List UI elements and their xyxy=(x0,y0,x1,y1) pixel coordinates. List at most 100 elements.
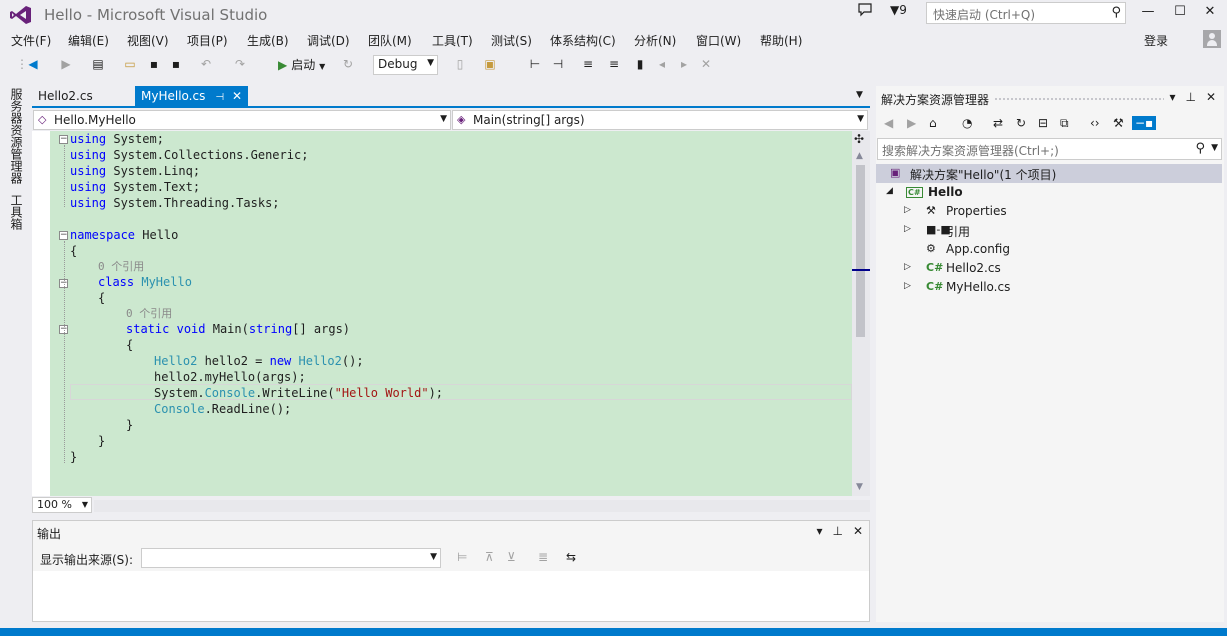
undo-icon[interactable]: ↶ xyxy=(198,56,214,72)
collapsed-triangle-icon[interactable]: ▷ xyxy=(904,205,911,215)
codelens-references[interactable]: 0 个引用 xyxy=(126,306,172,322)
editor-vertical-scrollbar[interactable]: ✣ ▲ ▼ xyxy=(852,131,870,496)
start-debugging-button[interactable]: ▶ 启动 ▼ xyxy=(278,56,325,73)
tree-item-myhello-cs[interactable]: ▷ C# MyHello.cs xyxy=(876,278,1222,297)
tabs-dropdown-icon[interactable]: ▼ xyxy=(856,90,863,100)
user-account-icon[interactable] xyxy=(1203,30,1221,48)
solution-search-input[interactable]: 搜索解决方案资源管理器(Ctrl+;) ⚲ ▼ xyxy=(877,138,1222,160)
tree-item-project-hello[interactable]: ◢ C# Hello xyxy=(876,183,1222,202)
drag-handle[interactable] xyxy=(994,97,1164,101)
menu-build[interactable]: 生成(B) xyxy=(247,32,289,49)
toolbox-tab[interactable]: 工具箱 xyxy=(8,194,25,230)
pin-icon[interactable]: ⊣ xyxy=(215,92,224,103)
close-window-button[interactable]: ✕ xyxy=(1200,4,1220,20)
output-source-select[interactable]: ▼ xyxy=(141,548,441,568)
refresh-icon[interactable]: ↻ xyxy=(1016,116,1026,130)
minimize-button[interactable]: — xyxy=(1138,4,1158,20)
previous-bookmark-icon[interactable]: ◂ xyxy=(654,56,670,72)
comment-icon[interactable]: ≡ xyxy=(580,56,596,72)
clear-bookmarks-icon[interactable]: ✕ xyxy=(698,56,714,72)
word-wrap-icon[interactable]: ⇆ xyxy=(566,550,576,564)
save-icon[interactable]: ▪ xyxy=(146,56,162,72)
output-text-area[interactable] xyxy=(33,571,869,621)
forward-icon[interactable]: ▶ xyxy=(907,116,916,130)
window-position-icon[interactable]: ▾ xyxy=(1169,90,1175,104)
collapsed-triangle-icon[interactable]: ▷ xyxy=(904,281,911,291)
maximize-button[interactable]: ☐ xyxy=(1170,4,1190,20)
menu-tools[interactable]: 工具(T) xyxy=(432,32,473,49)
open-file-icon[interactable]: ▭ xyxy=(122,56,138,72)
notifications-button[interactable]: ▼9 xyxy=(890,3,907,17)
home-icon[interactable]: ⌂ xyxy=(929,116,937,130)
refresh-icon[interactable]: ↻ xyxy=(340,56,356,72)
pin-icon[interactable]: ⊥ xyxy=(832,524,842,538)
navigate-back-icon[interactable]: ◀ xyxy=(25,56,41,72)
save-all-icon[interactable]: ▪ xyxy=(168,56,184,72)
collapse-all-icon[interactable]: ⊟ xyxy=(1038,116,1048,130)
tree-item-hello2-cs[interactable]: ▷ C# Hello2.cs xyxy=(876,259,1222,278)
pending-changes-filter-icon[interactable]: ◔ xyxy=(962,116,972,130)
close-icon[interactable]: ✕ xyxy=(1206,90,1216,104)
view-code-icon[interactable]: ‹› xyxy=(1090,116,1100,130)
close-tab-icon[interactable]: ✕ xyxy=(232,89,242,103)
menu-window[interactable]: 窗口(W) xyxy=(696,32,741,49)
menu-help[interactable]: 帮助(H) xyxy=(760,32,802,49)
format-selection-icon[interactable]: ⊣ xyxy=(550,56,566,72)
close-icon[interactable]: ✕ xyxy=(853,524,863,538)
sync-active-document-icon[interactable]: ⇄ xyxy=(993,116,1003,130)
login-link[interactable]: 登录 xyxy=(1144,32,1168,49)
collapsed-triangle-icon[interactable]: ▷ xyxy=(904,262,911,272)
back-icon[interactable]: ◀ xyxy=(884,116,893,130)
previous-message-icon[interactable]: ⊼ xyxy=(485,550,494,564)
format-document-icon[interactable]: ⊢ xyxy=(527,56,543,72)
solution-configuration-select[interactable]: Debug ▼ xyxy=(373,55,438,75)
expanded-triangle-icon[interactable]: ◢ xyxy=(886,186,893,196)
preview-selected-items-icon[interactable]: −▪ xyxy=(1132,116,1157,130)
bookmark-icon[interactable]: ▮ xyxy=(632,56,648,72)
tab-myhello-cs[interactable]: MyHello.cs ⊣ ✕ xyxy=(135,86,249,106)
scroll-down-icon[interactable]: ▼ xyxy=(856,482,863,492)
split-editor-icon[interactable]: ✣ xyxy=(854,132,864,146)
uncomment-icon[interactable]: ≡ xyxy=(606,56,622,72)
code-area[interactable]: − − − − using System; using System.Colle… xyxy=(50,131,852,496)
feedback-icon[interactable] xyxy=(858,3,872,20)
find-in-files-icon[interactable]: ▯ xyxy=(452,56,468,72)
menu-project[interactable]: 项目(P) xyxy=(187,32,228,49)
window-position-icon[interactable]: ▾ xyxy=(816,524,822,538)
go-to-line-icon[interactable]: ⊨ xyxy=(457,550,467,564)
editor-horizontal-scrollbar[interactable] xyxy=(94,500,870,512)
tree-item-properties[interactable]: ▷ ⚒ Properties xyxy=(876,202,1222,221)
menu-view[interactable]: 视图(V) xyxy=(127,32,169,49)
member-selector[interactable]: ◈ Main(string[] args) ▼ xyxy=(452,110,868,130)
tree-item-solution[interactable]: ▣ 解决方案"Hello"(1 个项目) xyxy=(876,164,1222,183)
server-explorer-tab[interactable]: 服务器资源管理器 xyxy=(8,88,25,184)
menu-test[interactable]: 测试(S) xyxy=(491,32,532,49)
next-message-icon[interactable]: ⊻ xyxy=(507,550,516,564)
menu-debug[interactable]: 调试(D) xyxy=(307,32,350,49)
menu-analyze[interactable]: 分析(N) xyxy=(634,32,676,49)
clear-all-icon[interactable]: ≣ xyxy=(538,550,548,564)
menu-file[interactable]: 文件(F) xyxy=(11,32,51,49)
quick-launch-input[interactable]: 快速启动 (Ctrl+Q) ⚲ xyxy=(926,2,1126,24)
redo-icon[interactable]: ↷ xyxy=(232,56,248,72)
collapse-using-icon[interactable]: − xyxy=(59,135,68,144)
tree-item-references[interactable]: ▷ ■-■ 引用 xyxy=(876,221,1222,240)
menu-edit[interactable]: 编辑(E) xyxy=(68,32,109,49)
scrollbar-thumb[interactable] xyxy=(856,165,865,337)
type-selector[interactable]: ◇ Hello.MyHello ▼ xyxy=(33,110,451,130)
code-editor[interactable]: − − − − using System; using System.Colle… xyxy=(32,131,870,496)
new-project-icon[interactable]: ▤ xyxy=(90,56,106,72)
tab-hello2-cs[interactable]: Hello2.cs xyxy=(32,86,99,106)
navigate-forward-icon[interactable]: ▶ xyxy=(58,56,74,72)
show-all-files-icon[interactable]: ⧉ xyxy=(1060,116,1069,131)
zoom-select[interactable]: 100 % ▼ xyxy=(32,497,92,513)
properties-icon[interactable]: ⚒ xyxy=(1113,116,1124,130)
codelens-references[interactable]: 0 个引用 xyxy=(98,259,144,275)
menu-architecture[interactable]: 体系结构(C) xyxy=(550,32,616,49)
solution-configurations-icon[interactable]: ▣ xyxy=(482,56,498,72)
pin-icon[interactable]: ⊥ xyxy=(1185,90,1195,104)
scroll-up-icon[interactable]: ▲ xyxy=(856,151,863,161)
collapse-namespace-icon[interactable]: − xyxy=(59,231,68,240)
collapsed-triangle-icon[interactable]: ▷ xyxy=(904,224,911,234)
tree-item-app-config[interactable]: ⚙ App.config xyxy=(876,240,1222,259)
